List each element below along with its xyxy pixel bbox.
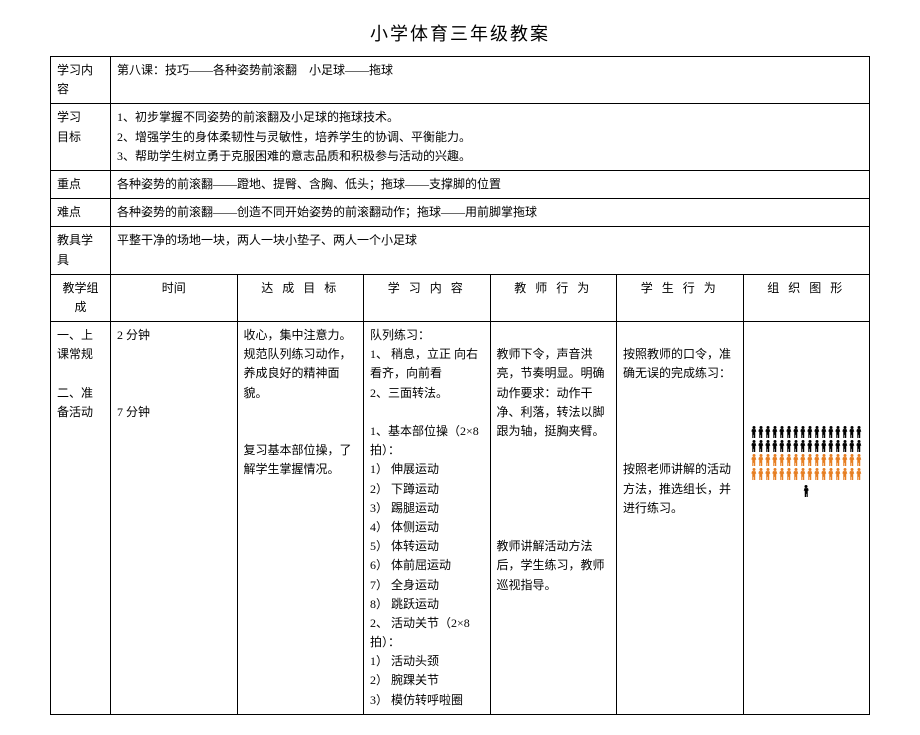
col-org: 组 织 图 形 bbox=[743, 274, 870, 321]
person-icon bbox=[764, 454, 771, 467]
header-objectives: 1、初步掌握不同姿势的前滚翻及小足球的拖球技术。 2、增强学生的身体柔韧性与灵敏… bbox=[111, 104, 870, 171]
person-icon bbox=[799, 454, 806, 467]
col-goal: 达 成 目 标 bbox=[237, 274, 364, 321]
person-icon bbox=[764, 468, 771, 481]
person-icon bbox=[813, 454, 820, 467]
formation-row bbox=[750, 468, 862, 481]
person-icon bbox=[806, 468, 813, 481]
body-composition: 一、上课常规 二、准备活动 bbox=[51, 322, 111, 715]
person-icon bbox=[778, 468, 785, 481]
person-icon bbox=[841, 454, 848, 467]
person-icon bbox=[848, 454, 855, 467]
formation-row bbox=[750, 426, 862, 439]
label-objective: 学习 目标 bbox=[51, 104, 111, 171]
label-materials: 教具学具 bbox=[51, 227, 111, 274]
person-icon bbox=[778, 440, 785, 453]
person-icon bbox=[757, 454, 764, 467]
person-icon bbox=[855, 454, 862, 467]
person-icon bbox=[750, 440, 757, 453]
person-icon bbox=[813, 440, 820, 453]
person-icon bbox=[827, 454, 834, 467]
person-icon bbox=[750, 454, 757, 467]
person-icon bbox=[771, 454, 778, 467]
header-materials: 平整干净的场地一块，两人一块小垫子、两人一个小足球 bbox=[111, 227, 870, 274]
person-icon bbox=[806, 454, 813, 467]
person-icon bbox=[750, 468, 757, 481]
person-icon bbox=[785, 468, 792, 481]
header-difficulty: 各种姿势的前滚翻——创造不同开始姿势的前滚翻动作；拖球——用前脚掌拖球 bbox=[111, 199, 870, 227]
body-learn: 队列练习： 1、 稍息，立正 向右看齐，向前看 2、三面转法。 1、基本部位操（… bbox=[364, 322, 491, 715]
person-icon bbox=[799, 440, 806, 453]
person-icon bbox=[764, 440, 771, 453]
person-icon bbox=[820, 454, 827, 467]
col-teacher: 教 师 行 为 bbox=[490, 274, 617, 321]
person-icon bbox=[757, 426, 764, 439]
body-teacher: 教师下令，声音洪亮，节奏明显。明确动作要求：动作干净、利落，转法以脚跟为轴，挺胸… bbox=[490, 322, 617, 715]
person-icon bbox=[827, 468, 834, 481]
person-icon bbox=[813, 426, 820, 439]
person-icon bbox=[848, 468, 855, 481]
person-icon bbox=[803, 485, 810, 498]
person-icon bbox=[855, 440, 862, 453]
person-icon bbox=[806, 440, 813, 453]
header-content: 第八课：技巧——各种姿势前滚翻 小足球——拖球 bbox=[111, 57, 870, 104]
label-difficulty: 难点 bbox=[51, 199, 111, 227]
person-icon bbox=[757, 468, 764, 481]
person-icon bbox=[785, 426, 792, 439]
person-icon bbox=[771, 440, 778, 453]
col-time: 时间 bbox=[111, 274, 238, 321]
person-icon bbox=[792, 440, 799, 453]
person-icon bbox=[806, 426, 813, 439]
person-icon bbox=[855, 426, 862, 439]
formation-diagram bbox=[750, 426, 864, 498]
person-icon bbox=[820, 468, 827, 481]
person-icon bbox=[841, 440, 848, 453]
person-icon bbox=[778, 426, 785, 439]
col-composition: 教学组成 bbox=[51, 274, 111, 321]
body-goal: 收心，集中注意力。规范队列练习动作，养成良好的精神面貌。 复习基本部位操，了解学… bbox=[237, 322, 364, 715]
person-icon bbox=[785, 454, 792, 467]
person-icon bbox=[855, 468, 862, 481]
person-icon bbox=[792, 426, 799, 439]
person-icon bbox=[799, 426, 806, 439]
formation-leader bbox=[803, 485, 810, 498]
formation-row bbox=[750, 440, 862, 453]
person-icon bbox=[764, 426, 771, 439]
person-icon bbox=[750, 426, 757, 439]
person-icon bbox=[841, 468, 848, 481]
person-icon bbox=[827, 440, 834, 453]
label-keypoint: 重点 bbox=[51, 170, 111, 198]
person-icon bbox=[834, 426, 841, 439]
person-icon bbox=[771, 468, 778, 481]
col-learn: 学 习 内 容 bbox=[364, 274, 491, 321]
formation-row bbox=[750, 454, 862, 467]
body-org bbox=[743, 322, 870, 715]
person-icon bbox=[841, 426, 848, 439]
page-title: 小学体育三年级教案 bbox=[50, 20, 870, 46]
body-student: 按照教师的口令，准确无误的完成练习： 按照老师讲解的活动方法，推选组长，并进行练… bbox=[617, 322, 744, 715]
person-icon bbox=[834, 440, 841, 453]
person-icon bbox=[792, 454, 799, 467]
person-icon bbox=[820, 440, 827, 453]
lesson-plan-table: 学习内容 第八课：技巧——各种姿势前滚翻 小足球——拖球 学习 目标 1、初步掌… bbox=[50, 56, 870, 715]
person-icon bbox=[834, 454, 841, 467]
person-icon bbox=[848, 426, 855, 439]
person-icon bbox=[813, 468, 820, 481]
person-icon bbox=[792, 468, 799, 481]
col-student: 学 生 行 为 bbox=[617, 274, 744, 321]
header-keypoint: 各种姿势的前滚翻——蹬地、提臀、含胸、低头；拖球——支撑脚的位置 bbox=[111, 170, 870, 198]
person-icon bbox=[820, 426, 827, 439]
person-icon bbox=[785, 440, 792, 453]
person-icon bbox=[799, 468, 806, 481]
label-content: 学习内容 bbox=[51, 57, 111, 104]
person-icon bbox=[827, 426, 834, 439]
person-icon bbox=[778, 454, 785, 467]
person-icon bbox=[771, 426, 778, 439]
person-icon bbox=[757, 440, 764, 453]
person-icon bbox=[834, 468, 841, 481]
body-time: 2 分钟 7 分钟 bbox=[111, 322, 238, 715]
person-icon bbox=[848, 440, 855, 453]
